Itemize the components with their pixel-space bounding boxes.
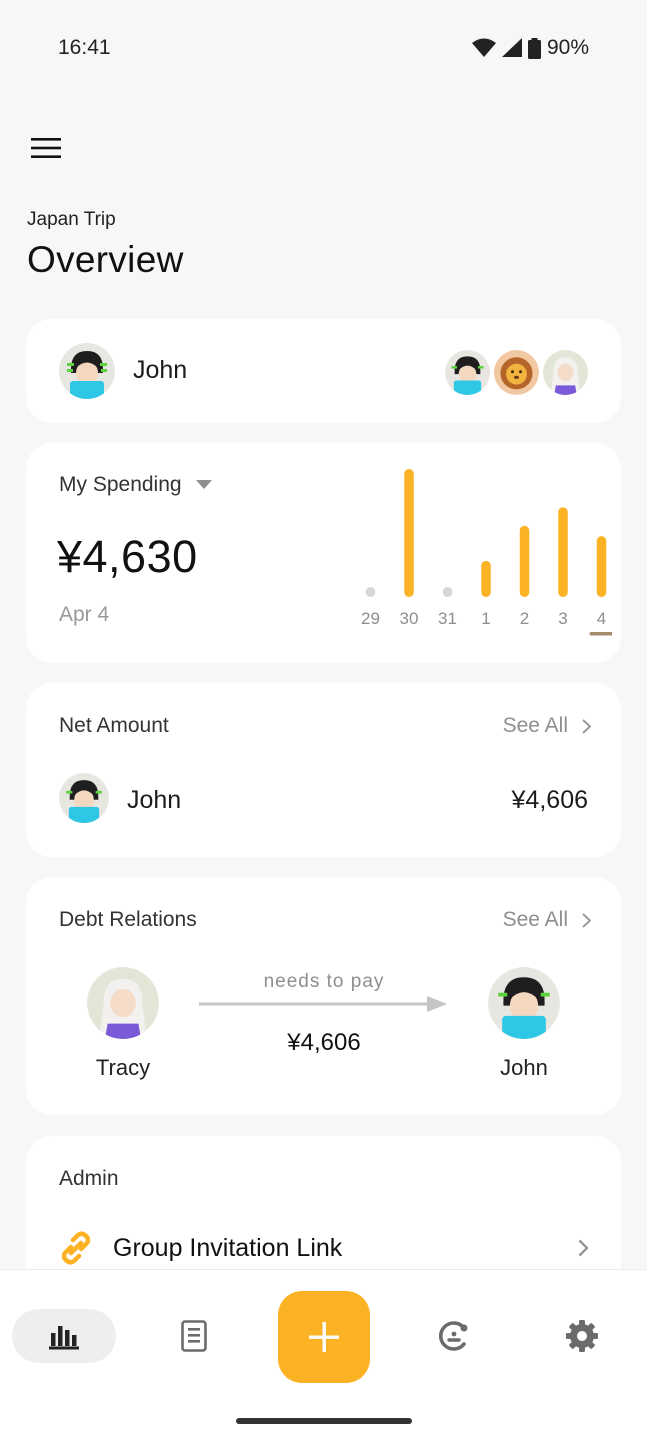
group-invitation-link-label: Group Invitation Link (113, 1233, 343, 1262)
chart-icon (49, 1326, 79, 1350)
spending-date: Apr 4 (59, 603, 110, 626)
receipt-icon (181, 1320, 207, 1352)
home-indicator (236, 1418, 412, 1424)
link-icon (61, 1231, 91, 1265)
john-avatar (59, 773, 109, 823)
battery-icon (527, 37, 541, 59)
chevron-right-icon (582, 912, 591, 928)
signal-icon (501, 38, 522, 57)
chart-bar-30[interactable] (404, 469, 414, 597)
chart-bar-2[interactable] (519, 525, 530, 597)
chart-tick-label: 30 (400, 609, 419, 628)
chart-bar-1[interactable] (481, 560, 491, 597)
admin-heading: Admin (59, 1167, 119, 1190)
wifi-icon (471, 38, 496, 57)
creditor[interactable]: John (469, 967, 579, 1081)
chevron-right-icon (578, 1239, 589, 1257)
debt-relations-heading: Debt Relations (59, 908, 197, 931)
chart-bar-4[interactable] (596, 536, 607, 597)
debt-verb: needs to pay (263, 971, 385, 992)
page-title: Overview (27, 239, 184, 280)
current-user-name: John (133, 356, 188, 384)
spending-filter-dropdown[interactable]: My Spending (59, 473, 212, 497)
nav-members-tab[interactable] (424, 1309, 484, 1363)
battery-level: 90% (546, 36, 589, 59)
net-amount-card: Net Amount See All John ¥4,606 (26, 683, 621, 857)
caret-down-icon (195, 480, 212, 489)
member-avatar-john (443, 348, 492, 397)
debt-relations-card: Debt Relations See All Tracy needs to pa… (26, 877, 621, 1115)
chart-tick-label: 1 (481, 609, 490, 628)
arrow-right-icon (199, 996, 447, 1012)
settings-icon (566, 1320, 598, 1352)
see-all-label: See All (502, 714, 568, 737)
spending-amount: ¥4,630 (57, 531, 198, 582)
nav-settings-tab[interactable] (552, 1309, 612, 1363)
debtor-name: Tracy (95, 1055, 151, 1080)
spending-label: My Spending (59, 473, 182, 496)
people-icon (438, 1321, 468, 1351)
add-expense-button[interactable] (278, 1291, 370, 1383)
status-bar: 16:41 90% (0, 0, 647, 96)
debtor[interactable]: Tracy (68, 967, 178, 1081)
add-icon (309, 1322, 339, 1352)
debt-amount: ¥4,606 (287, 1029, 361, 1056)
member-avatars[interactable] (443, 348, 590, 397)
hamburger-icon (31, 138, 61, 158)
net-row-name: John (127, 786, 182, 814)
chart-tick-label: 29 (361, 609, 380, 628)
tracy-avatar (87, 967, 159, 1039)
nav-overview-tab[interactable] (12, 1309, 116, 1363)
chart-tick-label: 31 (438, 609, 457, 628)
spending-card[interactable]: My Spending ¥4,630 Apr 4 29 30 31 1 2 3 4 (26, 443, 621, 663)
creditor-name: John (500, 1055, 548, 1080)
john-avatar (59, 343, 115, 399)
group-name: Japan Trip (27, 209, 116, 230)
chart-bar-3[interactable] (558, 507, 568, 597)
john-avatar (488, 967, 560, 1039)
member-avatar-tracy (541, 348, 590, 397)
status-icons: 90% (471, 36, 589, 60)
see-all-label: See All (502, 908, 568, 931)
net-amount-heading: Net Amount (59, 714, 169, 737)
chevron-right-icon (582, 718, 591, 734)
member-avatar-lion (492, 348, 541, 397)
spending-chart[interactable]: 29 30 31 1 2 3 4 (322, 443, 612, 663)
status-time: 16:41 (58, 36, 111, 59)
group-invitation-link-row[interactable]: Group Invitation Link (59, 1228, 589, 1268)
net-see-all-link[interactable]: See All (503, 714, 591, 738)
debt-see-all-link[interactable]: See All (503, 908, 591, 932)
selected-day-indicator (589, 632, 612, 636)
bottom-navigation (0, 1269, 647, 1440)
chart-bar-29[interactable] (365, 587, 376, 597)
menu-button[interactable] (24, 130, 68, 166)
chart-tick-label: 4 (597, 609, 606, 628)
chart-bar-31[interactable] (442, 587, 453, 597)
nav-expenses-tab[interactable] (164, 1309, 224, 1363)
member-card[interactable]: John (26, 319, 621, 423)
chart-tick-label: 2 (520, 609, 529, 628)
chart-tick-label: 3 (558, 609, 567, 628)
net-row-amount: ¥4,606 (511, 786, 588, 814)
